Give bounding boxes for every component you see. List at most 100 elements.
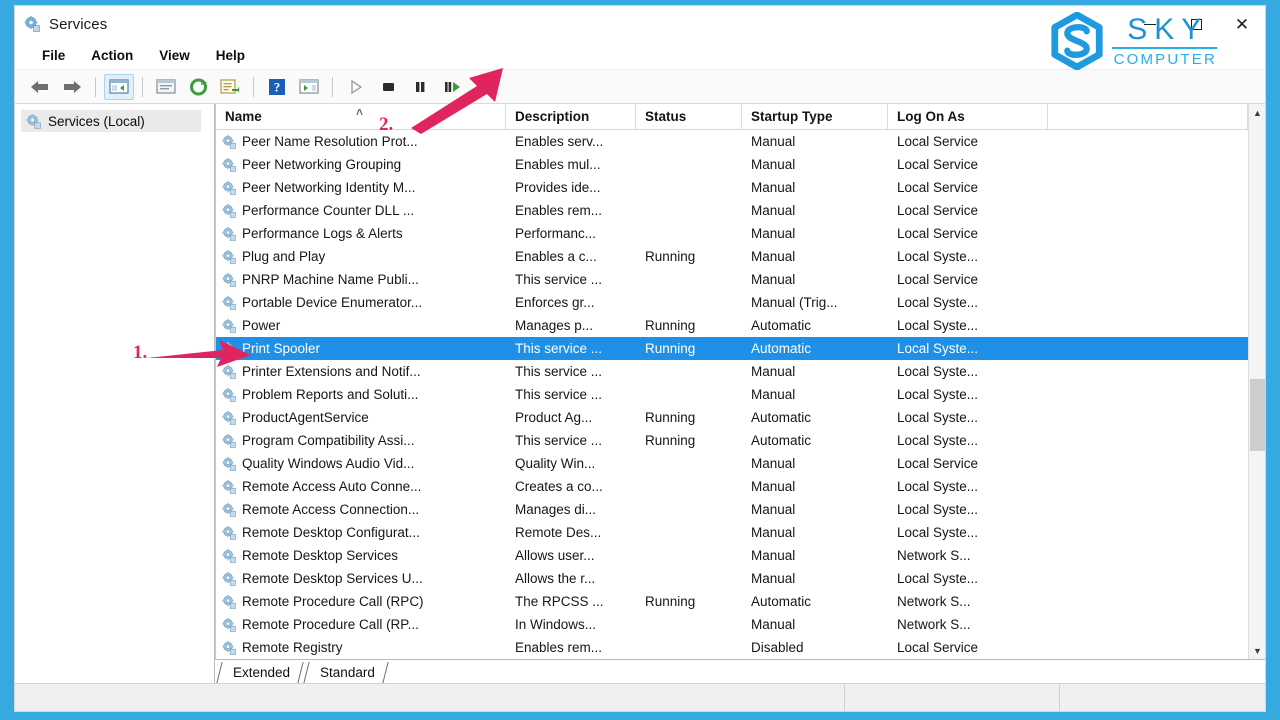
- table-row[interactable]: Remote Access Auto Conne... Creates a co.…: [216, 475, 1248, 498]
- column-header-name[interactable]: Name ˄: [216, 104, 506, 129]
- start-service-icon[interactable]: [341, 74, 371, 100]
- table-row[interactable]: Performance Logs & Alerts Performanc... Ma…: [216, 222, 1248, 245]
- service-gear-icon: [221, 341, 237, 357]
- vertical-scrollbar[interactable]: ▲ ▼: [1248, 104, 1265, 659]
- cell-name: Plug and Play: [216, 249, 506, 265]
- tab-extended[interactable]: Extended: [217, 661, 304, 683]
- cell-startup-type: Automatic: [751, 433, 812, 448]
- cell-startup-type: Manual: [751, 272, 796, 287]
- table-row[interactable]: Portable Device Enumerator... Enforces gr…: [216, 291, 1248, 314]
- scroll-up-arrow-icon[interactable]: ▲: [1249, 104, 1265, 121]
- service-gear-icon: [221, 502, 237, 518]
- table-row[interactable]: Power Manages p... Running Automatic Local S…: [216, 314, 1248, 337]
- console-tree-pane: Services (Local): [15, 104, 215, 683]
- cell-log-on-as: Local Service: [897, 640, 979, 655]
- list-view: Name ˄ Description Status Startup Type L…: [215, 104, 1248, 659]
- show-hide-console-tree-icon[interactable]: [104, 73, 134, 100]
- close-button[interactable]: ✕: [1219, 6, 1265, 42]
- cell-startup-type: Manual: [751, 571, 796, 586]
- minimize-button[interactable]: [1127, 6, 1173, 42]
- restart-service-icon[interactable]: [437, 74, 467, 100]
- tab-standard[interactable]: Standard: [304, 661, 389, 683]
- table-row[interactable]: Peer Name Resolution Prot... Enables serv…: [216, 130, 1248, 153]
- service-name-label: Remote Desktop Configurat...: [242, 525, 420, 540]
- cell-description: This service ...: [515, 272, 603, 287]
- table-row[interactable]: Remote Desktop Services Allows user... Man…: [216, 544, 1248, 567]
- table-row[interactable]: ProductAgentService Product Ag... Running A…: [216, 406, 1248, 429]
- column-header-startup-type[interactable]: Startup Type: [742, 104, 888, 129]
- export-list-icon[interactable]: [215, 74, 245, 100]
- services-gear-icon: [23, 15, 41, 33]
- cell-description: Enforces gr...: [515, 295, 595, 310]
- column-header-description[interactable]: Description: [506, 104, 636, 129]
- service-gear-icon: [221, 548, 237, 564]
- cell-log-on-as: Local Service: [897, 157, 979, 172]
- table-row[interactable]: Remote Procedure Call (RPC) The RPCSS ...…: [216, 590, 1248, 613]
- service-gear-icon: [221, 157, 237, 173]
- service-gear-icon: [221, 525, 237, 541]
- service-name-label: Peer Name Resolution Prot...: [242, 134, 418, 149]
- service-name-label: ProductAgentService: [242, 410, 369, 425]
- cell-startup-type: Manual: [751, 502, 796, 517]
- cell-log-on-as: Local Syste...: [897, 249, 979, 264]
- menu-action[interactable]: Action: [78, 45, 146, 66]
- table-row[interactable]: Remote Registry Enables rem... Disabled Loc…: [216, 636, 1248, 659]
- column-header-status[interactable]: Status: [636, 104, 742, 129]
- scroll-down-arrow-icon[interactable]: ▼: [1249, 642, 1265, 659]
- maximize-button[interactable]: [1173, 6, 1219, 42]
- service-gear-icon: [221, 364, 237, 380]
- status-segment-main: [15, 684, 845, 711]
- service-name-label: PNRP Machine Name Publi...: [242, 272, 419, 287]
- table-row[interactable]: Remote Access Connection... Manages di...…: [216, 498, 1248, 521]
- service-name-label: Performance Counter DLL ...: [242, 203, 415, 218]
- table-row[interactable]: Problem Reports and Soluti... This servic…: [216, 383, 1248, 406]
- table-row[interactable]: Printer Extensions and Notif... This serv…: [216, 360, 1248, 383]
- menu-file[interactable]: File: [29, 45, 78, 66]
- back-arrow-icon[interactable]: [25, 74, 55, 100]
- cell-description: Enables a c...: [515, 249, 597, 264]
- cell-log-on-as: Local Syste...: [897, 410, 979, 425]
- table-row[interactable]: Plug and Play Enables a c... Running Manual…: [216, 245, 1248, 268]
- cell-name: Remote Procedure Call (RPC): [216, 594, 506, 610]
- forward-arrow-icon[interactable]: [57, 74, 87, 100]
- column-header-name-label: Name: [225, 109, 262, 124]
- table-row[interactable]: Remote Desktop Configurat... Remote Des..…: [216, 521, 1248, 544]
- cell-description: In Windows...: [515, 617, 597, 632]
- scrollbar-thumb[interactable]: [1250, 379, 1265, 451]
- cell-name: Remote Desktop Services U...: [216, 571, 506, 587]
- cell-status: Running: [645, 433, 696, 448]
- properties-icon[interactable]: [151, 74, 181, 100]
- services-window: Services ✕ File Action View Help ? Servi…: [14, 5, 1266, 712]
- cell-description: Product Ag...: [515, 410, 593, 425]
- help-icon[interactable]: ?: [262, 74, 292, 100]
- cell-log-on-as: Local Syste...: [897, 295, 979, 310]
- cell-name: Program Compatibility Assi...: [216, 433, 506, 449]
- table-row[interactable]: Peer Networking Grouping Enables mul... Ma…: [216, 153, 1248, 176]
- column-header-description-label: Description: [515, 109, 590, 124]
- table-row[interactable]: Remote Desktop Services U... Allows the r…: [216, 567, 1248, 590]
- menu-view[interactable]: View: [146, 45, 203, 66]
- pause-service-icon[interactable]: [405, 74, 435, 100]
- table-row[interactable]: Quality Windows Audio Vid... Quality Win.…: [216, 452, 1248, 475]
- menu-help[interactable]: Help: [203, 45, 258, 66]
- refresh-icon[interactable]: [183, 74, 213, 100]
- show-hide-action-pane-icon[interactable]: [294, 74, 324, 100]
- table-row[interactable]: Performance Counter DLL ... Enables rem..…: [216, 199, 1248, 222]
- table-row[interactable]: Program Compatibility Assi... This servic…: [216, 429, 1248, 452]
- cell-description: Performanc...: [515, 226, 597, 241]
- table-row[interactable]: Remote Procedure Call (RP... In Windows..…: [216, 613, 1248, 636]
- column-header-log-on-as[interactable]: Log On As: [888, 104, 1048, 129]
- service-gear-icon: [221, 387, 237, 403]
- stop-service-icon[interactable]: [373, 74, 403, 100]
- print-spooler-row[interactable]: Print Spooler This service ... Running Auto…: [216, 337, 1248, 360]
- cell-name: Power: [216, 318, 506, 334]
- service-gear-icon: [221, 249, 237, 265]
- cell-description: This service ...: [515, 364, 603, 379]
- toolbar-separator: [142, 76, 143, 97]
- service-gear-icon: [221, 456, 237, 472]
- table-row[interactable]: Peer Networking Identity M... Provides id…: [216, 176, 1248, 199]
- cell-name: Remote Procedure Call (RP...: [216, 617, 506, 633]
- table-row[interactable]: PNRP Machine Name Publi... This service .…: [216, 268, 1248, 291]
- cell-log-on-as: Local Syste...: [897, 502, 979, 517]
- tree-node-services-local[interactable]: Services (Local): [21, 110, 201, 132]
